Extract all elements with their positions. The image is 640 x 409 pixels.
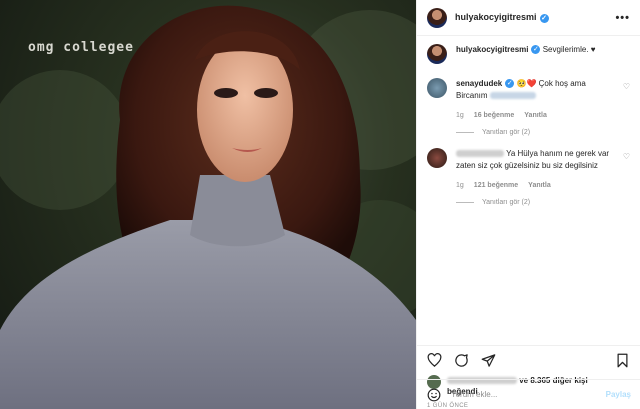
- blurred-mention: [489, 92, 536, 100]
- action-bar-right: [615, 353, 630, 368]
- comment-time: 1g: [456, 112, 464, 119]
- caption-username[interactable]: hulyakocyigitresmi: [456, 45, 528, 54]
- divider: [456, 132, 474, 133]
- action-bar: [417, 345, 640, 375]
- emoji-icon[interactable]: [427, 388, 441, 402]
- caption: hulyakocyigitresmi ✓ Sevgilerimle. ♥: [427, 44, 630, 64]
- reply-button[interactable]: Yanıtla: [528, 182, 551, 189]
- comment-meta: 1g 121 beğenme Yanıtla: [456, 182, 630, 189]
- bookmark-icon[interactable]: [615, 353, 630, 368]
- caption-avatar[interactable]: [427, 44, 447, 64]
- comment-bubble-icon[interactable]: [454, 353, 469, 368]
- add-comment-bar: Yorum ekle... Paylaş: [417, 379, 640, 409]
- verified-badge-icon: ✓: [505, 79, 515, 89]
- comment-item: senaydudek ✓ 🥺❤️ Çok hoş ama Bircanım ♡: [427, 78, 630, 102]
- divider: [456, 202, 474, 203]
- post-comment-button[interactable]: Paylaş: [606, 390, 631, 399]
- comment-input[interactable]: Yorum ekle...: [451, 390, 497, 399]
- more-options-icon[interactable]: •••: [615, 12, 630, 24]
- like-comment-heart-icon[interactable]: ♡: [623, 152, 630, 161]
- view-replies-button[interactable]: Yanıtları gör (2): [456, 129, 630, 136]
- comment-time: 1g: [456, 182, 464, 189]
- view-replies-button[interactable]: Yanıtları gör (2): [456, 199, 630, 206]
- view-replies-label: Yanıtları gör (2): [482, 199, 531, 206]
- view-replies-label: Yanıtları gör (2): [482, 129, 531, 136]
- comment-meta: 1g 16 beğenme Yanıtla: [456, 112, 630, 119]
- watermark-text: omg collegee: [28, 40, 134, 55]
- reply-button[interactable]: Yanıtla: [524, 112, 547, 119]
- like-heart-icon[interactable]: [427, 353, 442, 368]
- comment-likes[interactable]: 16 beğenme: [474, 112, 514, 119]
- comment-username[interactable]: senaydudek: [456, 79, 502, 88]
- portrait-illustration: [0, 5, 416, 409]
- author-username[interactable]: hulyakocyigitresmi ✓: [455, 12, 549, 23]
- caption-text: hulyakocyigitresmi ✓ Sevgilerimle. ♥: [456, 44, 614, 56]
- commenter-avatar[interactable]: [427, 148, 447, 168]
- instagram-post: omg collegee hulyakocyigitresmi ✓ ••• hul…: [0, 0, 640, 409]
- commenter-avatar[interactable]: [427, 78, 447, 98]
- comment-item: Ya Hülya hanım ne gerek var zaten siz ço…: [427, 148, 630, 172]
- post-header: hulyakocyigitresmi ✓ •••: [417, 0, 640, 36]
- post-side-panel: hulyakocyigitresmi ✓ ••• hulyakocyigitres…: [416, 0, 640, 409]
- post-photo[interactable]: omg collegee: [0, 0, 416, 409]
- caption-body: Sevgilerimle. ♥: [542, 45, 596, 54]
- comment-likes[interactable]: 121 beğenme: [474, 182, 518, 189]
- author-avatar[interactable]: [427, 7, 447, 28]
- comment-text: senaydudek ✓ 🥺❤️ Çok hoş ama Bircanım: [456, 78, 614, 102]
- share-send-icon[interactable]: [481, 353, 496, 368]
- like-comment-heart-icon[interactable]: ♡: [623, 82, 630, 91]
- verified-badge-icon: ✓: [539, 13, 549, 23]
- blurred-username[interactable]: [456, 150, 504, 158]
- verified-badge-icon: ✓: [531, 45, 541, 55]
- comments-list: hulyakocyigitresmi ✓ Sevgilerimle. ♥ sena…: [417, 36, 640, 345]
- comment-text: Ya Hülya hanım ne gerek var zaten siz ço…: [456, 148, 614, 172]
